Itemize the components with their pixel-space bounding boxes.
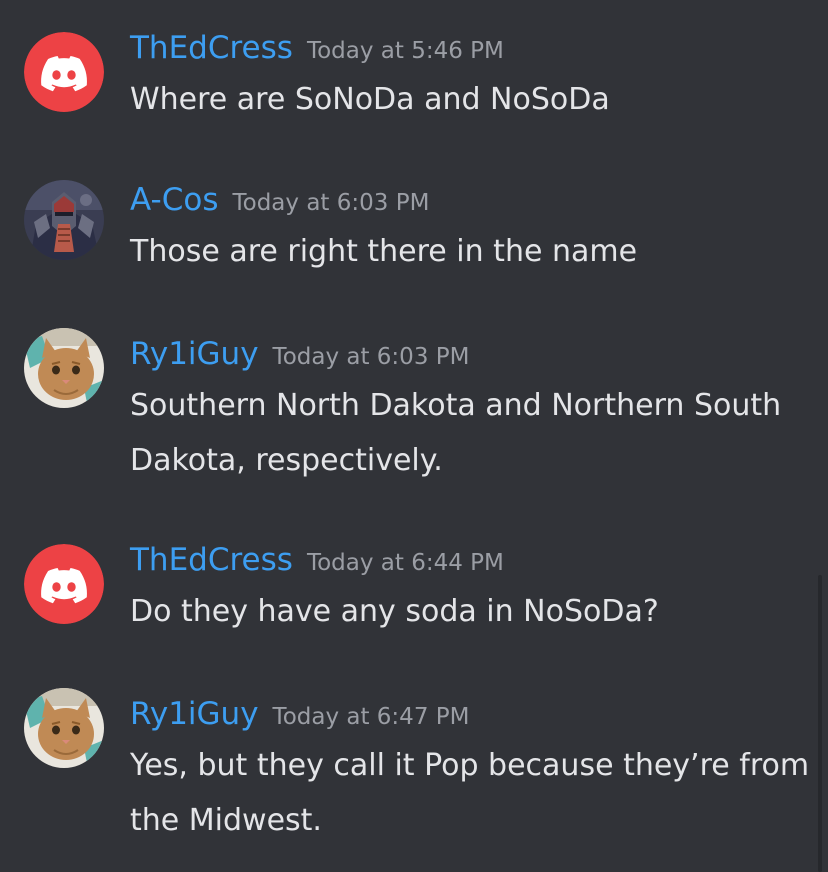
username[interactable]: ThEdCress [130,542,293,578]
message-text: Do they have any soda in NoSoDa? [130,594,659,629]
user-avatar[interactable] [24,688,104,768]
timestamp: Today at 6:44 PM [306,550,504,576]
user-avatar[interactable] [24,328,104,408]
message-text: Those are right there in the name [130,234,638,269]
username[interactable]: ThEdCress [130,30,293,66]
cat-icon [24,688,104,768]
message-header: ThEdCress Today at 5:46 PM [130,28,504,73]
message-header: A-Cos Today at 6:03 PM [130,180,429,225]
discord-logo-icon [24,544,104,624]
chat-message-list: ThEdCress Today at 5:46 PM Where are SoNo… [0,0,828,872]
timestamp: Today at 6:03 PM [232,190,430,216]
user-avatar[interactable] [24,32,104,112]
cat-icon [24,328,104,408]
username[interactable]: Ry1iGuy [130,336,259,372]
timestamp: Today at 5:46 PM [306,38,504,64]
username[interactable]: A-Cos [130,182,218,218]
message-header: Ry1iGuy Today at 6:47 PM [130,694,469,739]
timestamp: Today at 6:47 PM [272,704,470,730]
user-avatar[interactable] [24,180,104,260]
discord-logo-icon [24,32,104,112]
message-text: Where are SoNoDa and NoSoDa [130,82,610,117]
message-text: Southern North Dakota and Northern South… [130,388,782,478]
username[interactable]: Ry1iGuy [130,696,259,732]
message-header: Ry1iGuy Today at 6:03 PM [130,334,469,379]
message-header: ThEdCress Today at 6:44 PM [130,540,504,585]
robot-warrior-icon [24,180,104,260]
user-avatar[interactable] [24,544,104,624]
message-text: Yes, but they call it Pop because they’r… [130,748,810,838]
timestamp: Today at 6:03 PM [272,344,470,370]
scrollbar[interactable] [818,575,822,872]
